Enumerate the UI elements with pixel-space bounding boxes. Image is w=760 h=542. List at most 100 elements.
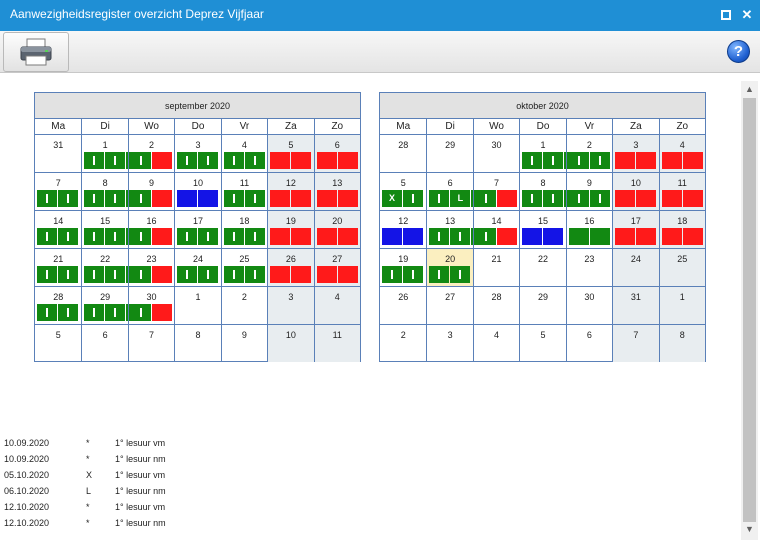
- marked-block[interactable]: L: [450, 190, 471, 207]
- calendar-day[interactable]: 25: [658, 249, 705, 286]
- absent-block[interactable]: [615, 152, 636, 169]
- present-block[interactable]: [130, 152, 151, 169]
- absent-block[interactable]: [496, 190, 517, 207]
- present-block[interactable]: [37, 190, 57, 207]
- calendar-day[interactable]: 28: [35, 287, 81, 324]
- calendar-day[interactable]: 19: [380, 249, 426, 286]
- absent-block[interactable]: [661, 228, 682, 245]
- present-block[interactable]: [589, 190, 610, 207]
- absent-block[interactable]: [337, 266, 358, 283]
- calendar-day[interactable]: 15: [519, 211, 565, 248]
- absent-block[interactable]: [682, 228, 703, 245]
- absent-block[interactable]: [151, 228, 172, 245]
- calendar-day[interactable]: 19: [267, 211, 314, 248]
- calendar-day[interactable]: 6: [565, 325, 612, 362]
- calendar-day[interactable]: 6L: [426, 173, 492, 210]
- calendar-day[interactable]: 29: [519, 287, 565, 324]
- calendar-day[interactable]: 6: [313, 135, 360, 172]
- absent-block[interactable]: [151, 266, 172, 283]
- present-block[interactable]: [58, 228, 78, 245]
- calendar-day[interactable]: 30: [565, 287, 612, 324]
- calendar-day[interactable]: 10: [174, 173, 220, 210]
- calendar-day[interactable]: 3: [426, 325, 472, 362]
- present-block[interactable]: [177, 266, 198, 283]
- calendar-day[interactable]: 23: [565, 249, 612, 286]
- present-block[interactable]: [475, 190, 496, 207]
- absent-block[interactable]: [316, 152, 337, 169]
- absent-block[interactable]: [291, 228, 312, 245]
- calendar-day[interactable]: 6: [81, 325, 127, 362]
- absent-block[interactable]: [316, 228, 337, 245]
- present-block[interactable]: [198, 266, 219, 283]
- calendar-day[interactable]: 25: [220, 249, 267, 286]
- calendar-day[interactable]: 23: [127, 249, 174, 286]
- calendar-day[interactable]: 11: [313, 325, 360, 362]
- present-block[interactable]: [58, 266, 78, 283]
- present-block[interactable]: [223, 228, 244, 245]
- other-block[interactable]: [543, 228, 564, 245]
- calendar-day[interactable]: 1: [658, 287, 705, 324]
- absent-block[interactable]: [151, 190, 172, 207]
- calendar-day[interactable]: 31: [612, 287, 659, 324]
- calendar-day[interactable]: 8: [519, 173, 585, 210]
- other-block[interactable]: [382, 228, 402, 245]
- present-block[interactable]: [244, 228, 265, 245]
- calendar-day[interactable]: 8: [658, 325, 705, 362]
- calendar-day[interactable]: 24: [612, 249, 659, 286]
- calendar-day[interactable]: 5X: [380, 173, 426, 210]
- absent-block[interactable]: [270, 152, 291, 169]
- present-block[interactable]: [198, 152, 219, 169]
- absent-block[interactable]: [270, 228, 291, 245]
- calendar-day[interactable]: 5: [35, 325, 81, 362]
- calendar-day[interactable]: 12: [380, 211, 426, 248]
- absent-block[interactable]: [151, 152, 172, 169]
- absent-block[interactable]: [270, 266, 291, 283]
- other-block[interactable]: [522, 228, 543, 245]
- present-block[interactable]: [543, 152, 564, 169]
- present-block[interactable]: [589, 228, 610, 245]
- present-block[interactable]: [522, 190, 543, 207]
- scroll-down-icon[interactable]: ▼: [744, 524, 755, 535]
- calendar-day[interactable]: 4: [658, 135, 705, 172]
- calendar-day[interactable]: 16: [565, 211, 612, 248]
- present-block[interactable]: [37, 266, 57, 283]
- present-block[interactable]: [244, 190, 265, 207]
- present-block[interactable]: [130, 190, 151, 207]
- calendar-day[interactable]: 4: [313, 287, 360, 324]
- present-block[interactable]: [84, 190, 105, 207]
- present-block[interactable]: [543, 190, 564, 207]
- calendar-day[interactable]: 24: [174, 249, 220, 286]
- calendar-day[interactable]: 1: [174, 287, 220, 324]
- absent-block[interactable]: [496, 228, 517, 245]
- calendar-day[interactable]: 2: [565, 135, 612, 172]
- absent-block[interactable]: [615, 190, 636, 207]
- present-block[interactable]: [450, 228, 471, 245]
- calendar-day[interactable]: 2: [380, 325, 426, 362]
- present-block[interactable]: [223, 152, 244, 169]
- calendar-day[interactable]: 7: [612, 325, 659, 362]
- calendar-day[interactable]: 7: [472, 173, 519, 210]
- calendar-day[interactable]: 28: [472, 287, 519, 324]
- calendar-day[interactable]: 10: [612, 173, 659, 210]
- calendar-day[interactable]: 17: [174, 211, 220, 248]
- calendar-day[interactable]: 7: [35, 173, 81, 210]
- calendar-day[interactable]: 8: [81, 173, 147, 210]
- absent-block[interactable]: [316, 266, 337, 283]
- calendar-day[interactable]: 20: [426, 249, 473, 286]
- present-block[interactable]: [223, 190, 244, 207]
- calendar-day[interactable]: 4: [472, 325, 519, 362]
- absent-block[interactable]: [291, 266, 312, 283]
- calendar-day[interactable]: 21: [35, 249, 81, 286]
- calendar-day[interactable]: 17: [612, 211, 659, 248]
- scroll-up-icon[interactable]: ▲: [744, 84, 755, 95]
- maximize-button[interactable]: [719, 8, 733, 22]
- present-block[interactable]: [84, 152, 105, 169]
- present-block[interactable]: [223, 266, 244, 283]
- calendar-day[interactable]: 5: [267, 135, 314, 172]
- calendar-day[interactable]: 11: [220, 173, 267, 210]
- absent-block[interactable]: [151, 304, 172, 321]
- present-block[interactable]: [130, 228, 151, 245]
- print-button[interactable]: [3, 32, 69, 72]
- calendar-day[interactable]: 7: [127, 325, 174, 362]
- present-block[interactable]: [475, 228, 496, 245]
